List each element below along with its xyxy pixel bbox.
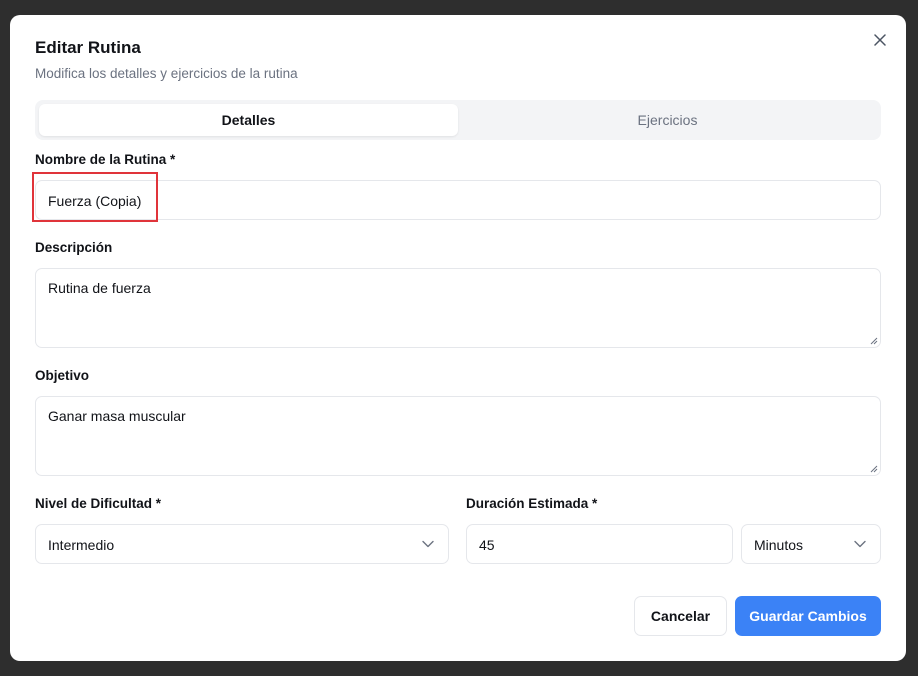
chevron-down-icon [854, 540, 866, 548]
cancel-button[interactable]: Cancelar [634, 596, 727, 636]
dialog-title: Editar Rutina [35, 38, 141, 57]
difficulty-label: Nivel de Dificultad * [35, 496, 162, 511]
tab-ejercicios[interactable]: Ejercicios [458, 104, 877, 136]
resize-handle-icon[interactable] [870, 337, 878, 345]
description-label: Descripción [35, 240, 113, 255]
description-value: Rutina de fuerza [48, 280, 151, 296]
tab-bar: Detalles Ejercicios [35, 100, 881, 140]
duration-input[interactable]: 45 [466, 524, 733, 564]
objective-label: Objetivo [35, 368, 90, 383]
name-label: Nombre de la Rutina * [35, 152, 176, 167]
tab-detalles[interactable]: Detalles [39, 104, 458, 136]
dialog-subtitle: Modifica los detalles y ejercicios de la… [35, 66, 298, 81]
name-input-value: Fuerza (Copia) [48, 193, 142, 209]
objective-textarea[interactable]: Ganar masa muscular [35, 396, 881, 476]
resize-handle-icon[interactable] [870, 465, 878, 473]
chevron-down-icon [422, 540, 434, 548]
description-textarea[interactable]: Rutina de fuerza [35, 268, 881, 348]
objective-value: Ganar masa muscular [48, 408, 186, 424]
close-icon [874, 34, 886, 46]
duration-unit-select[interactable]: Minutos [741, 524, 881, 564]
save-changes-button[interactable]: Guardar Cambios [735, 596, 881, 636]
difficulty-value: Intermedio [48, 537, 115, 553]
difficulty-select[interactable]: Intermedio [35, 524, 449, 564]
name-input[interactable]: Fuerza (Copia) [35, 180, 881, 220]
edit-routine-dialog: Editar Rutina Modifica los detalles y ej… [10, 15, 906, 661]
duration-value: 45 [479, 537, 495, 553]
duration-label: Duración Estimada * [466, 496, 598, 511]
duration-unit-value: Minutos [754, 537, 804, 553]
close-button[interactable] [871, 31, 889, 49]
